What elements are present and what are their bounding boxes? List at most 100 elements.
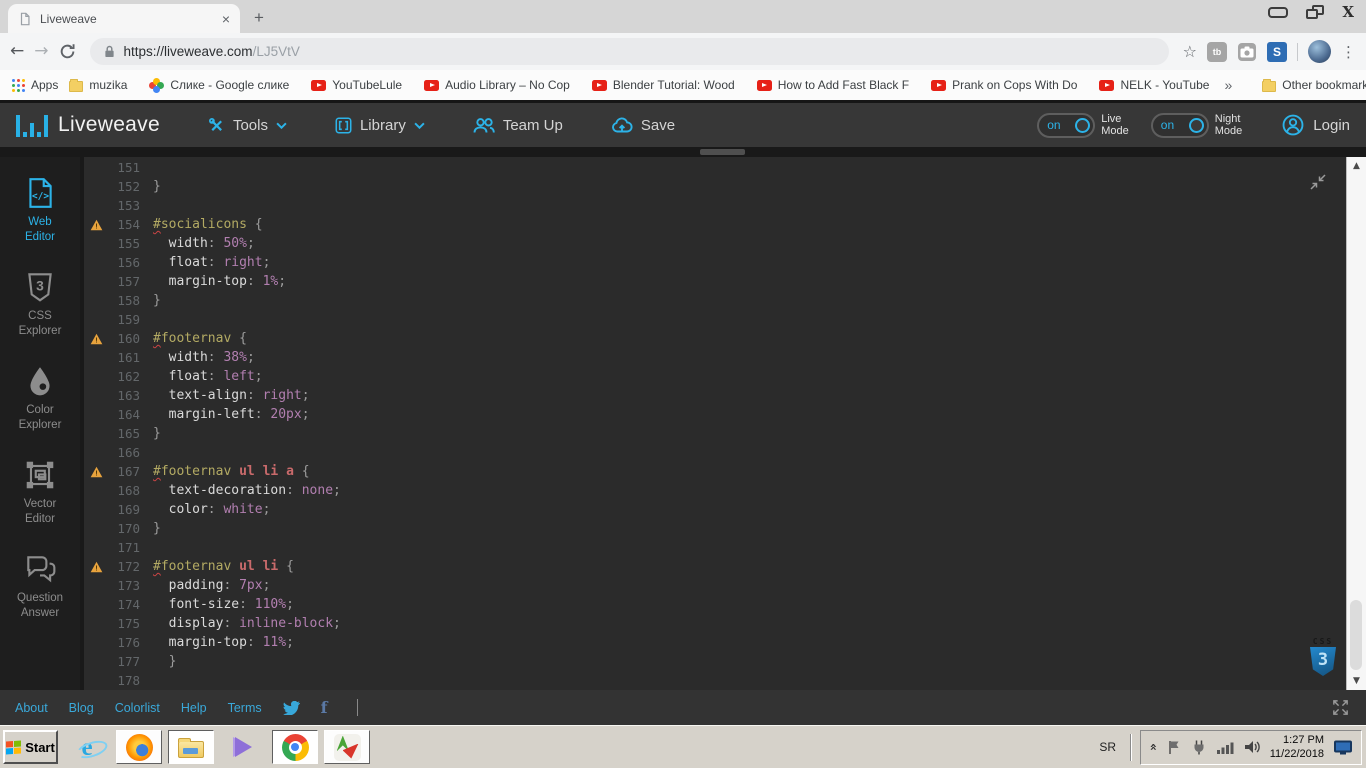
apps-shortcut[interactable]: Apps	[12, 78, 58, 92]
display-monitor-icon[interactable]	[1333, 739, 1353, 756]
code-line[interactable]: 174 font-size: 110%;	[84, 595, 1346, 614]
code-line[interactable]: 158}	[84, 291, 1346, 310]
code-line[interactable]: ! 160 #footernav {	[84, 329, 1346, 348]
language-indicator[interactable]: SR	[1093, 740, 1122, 754]
bookmark-item[interactable]: YouTubeLule	[311, 78, 402, 92]
code-line[interactable]: ! 167 #footernav ul li a {	[84, 462, 1346, 481]
scrollbar-track[interactable]	[1347, 175, 1366, 672]
menu-item-tools[interactable]: Tools	[208, 117, 287, 134]
toggle-knob[interactable]	[1075, 117, 1091, 133]
sidebar-item-web-editor[interactable]: </> Web Editor	[0, 165, 80, 259]
css-code-editor[interactable]: 151 152} 153! 154 #socialicons {155 width: 5…	[80, 157, 1346, 690]
code-line[interactable]: 168 text-decoration: none;	[84, 481, 1346, 500]
taskbar-file-explorer[interactable]	[168, 730, 214, 764]
sidebar-item-question-answer[interactable]: Question Answer	[0, 541, 80, 635]
bookmark-item[interactable]: Audio Library – No Cop	[424, 78, 570, 92]
code-line[interactable]: 152}	[84, 177, 1346, 196]
code-line[interactable]: 151	[84, 158, 1346, 177]
network-signal-icon[interactable]	[1216, 740, 1234, 755]
code-line[interactable]: ! 172 #footernav ul li {	[84, 557, 1346, 576]
code-line[interactable]: 177 }	[84, 652, 1346, 671]
taskbar-clock[interactable]: 1:27 PM 11/22/2018	[1270, 733, 1324, 761]
sidebar-item-color-explorer[interactable]: Color Explorer	[0, 353, 80, 447]
forward-button[interactable]: →	[34, 43, 48, 60]
collapse-pane-icon[interactable]	[1308, 172, 1328, 192]
code-line[interactable]: 162 float: left;	[84, 367, 1346, 386]
code-line[interactable]: 157 margin-top: 1%;	[84, 272, 1346, 291]
footer-link-blog[interactable]: Blog	[69, 701, 94, 715]
sidebar-item-vector-editor[interactable]: Vector Editor	[0, 447, 80, 541]
profile-avatar[interactable]	[1308, 40, 1331, 63]
bookmark-item[interactable]: Prank on Cops With Do	[931, 78, 1077, 92]
facebook-icon[interactable]: f	[321, 699, 328, 716]
taskbar-chrome[interactable]	[272, 730, 318, 764]
code-line[interactable]: 170}	[84, 519, 1346, 538]
new-tab-button[interactable]: +	[254, 9, 264, 26]
scroll-down-arrow[interactable]: ▼	[1353, 672, 1360, 690]
code-line[interactable]: 176 margin-top: 11%;	[84, 633, 1346, 652]
bookmarks-overflow-chevron[interactable]: »	[1224, 77, 1232, 93]
code-line[interactable]: 171	[84, 538, 1346, 557]
code-line[interactable]: 164 margin-left: 20px;	[84, 405, 1346, 424]
splitter-drag-handle[interactable]	[700, 149, 745, 155]
bookmark-item[interactable]: How to Add Fast Black F	[756, 78, 909, 92]
live-mode-toggle[interactable]: on Live Mode	[1037, 112, 1129, 138]
tab-close-icon[interactable]: ×	[222, 12, 230, 26]
sidebar-item-css-explorer[interactable]: 3 CSS Explorer	[0, 259, 80, 353]
action-center-flag-icon[interactable]	[1166, 739, 1182, 755]
power-plug-icon[interactable]	[1191, 739, 1207, 755]
liveweave-logo-icon[interactable]	[16, 113, 48, 137]
footer-link-help[interactable]: Help	[181, 701, 207, 715]
code-line[interactable]: 155 width: 50%;	[84, 234, 1346, 253]
address-bar[interactable]: https://liveweave.com/LJ5VtV	[89, 38, 1169, 65]
speaker-volume-icon[interactable]	[1243, 739, 1261, 755]
code-line[interactable]: 166	[84, 443, 1346, 462]
code-line[interactable]: ! 154 #socialicons {	[84, 215, 1346, 234]
expand-fullscreen-icon[interactable]	[1331, 698, 1350, 717]
window-restore-button[interactable]	[1306, 5, 1325, 19]
taskbar-download-manager[interactable]	[324, 730, 370, 764]
taskbar-media-player[interactable]	[220, 730, 266, 764]
back-button[interactable]: ←	[10, 43, 24, 60]
code-line[interactable]: 169 color: white;	[84, 500, 1346, 519]
scrollbar-thumb[interactable]	[1350, 600, 1362, 670]
menu-item-library[interactable]: Library	[335, 117, 425, 134]
window-close-button[interactable]: X	[1342, 4, 1354, 20]
extension-tb-icon[interactable]: tb	[1207, 41, 1227, 62]
pane-splitter[interactable]	[0, 147, 1366, 157]
other-bookmarks-folder[interactable]: Other bookmarks	[1262, 78, 1366, 92]
brand-name[interactable]: Liveweave	[58, 113, 160, 137]
bookmark-star-icon[interactable]: ☆	[1183, 42, 1197, 61]
scroll-up-arrow[interactable]: ▲	[1353, 157, 1360, 175]
browser-tab[interactable]: Liveweave ×	[8, 4, 240, 33]
footer-link-colorlist[interactable]: Colorlist	[115, 701, 160, 715]
code-line[interactable]: 161 width: 38%;	[84, 348, 1346, 367]
code-line[interactable]: 173 padding: 7px;	[84, 576, 1346, 595]
browser-menu-icon[interactable]: ⋮	[1341, 43, 1356, 61]
window-minimize-button[interactable]	[1268, 6, 1289, 18]
tray-expand-chevron[interactable]: »	[1146, 743, 1160, 751]
login-button[interactable]: Login	[1282, 114, 1350, 136]
menu-item-save[interactable]: Save	[611, 117, 675, 134]
code-line[interactable]: 165}	[84, 424, 1346, 443]
bookmark-item[interactable]: muzika	[69, 78, 127, 92]
menu-item-teamup[interactable]: Team Up	[473, 117, 563, 134]
twitter-icon[interactable]	[282, 700, 300, 715]
code-line[interactable]: 163 text-align: right;	[84, 386, 1346, 405]
bookmark-item[interactable]: Слике - Google слике	[149, 77, 289, 93]
bookmark-item[interactable]: Blender Tutorial: Wood	[591, 78, 735, 92]
taskbar-internet-explorer[interactable]: e	[64, 730, 110, 764]
extension-s-icon[interactable]: S	[1267, 41, 1287, 62]
code-line[interactable]: 159	[84, 310, 1346, 329]
night-mode-toggle[interactable]: on Night Mode	[1150, 112, 1242, 138]
reload-button[interactable]	[59, 43, 76, 60]
code-line[interactable]: 178	[84, 671, 1346, 690]
taskbar-firefox[interactable]	[116, 730, 162, 764]
footer-link-terms[interactable]: Terms	[228, 701, 262, 715]
toggle-knob[interactable]	[1188, 117, 1204, 133]
footer-link-about[interactable]: About	[15, 701, 48, 715]
editor-scrollbar[interactable]: ▲ ▼	[1346, 157, 1366, 690]
code-line[interactable]: 156 float: right;	[84, 253, 1346, 272]
code-line[interactable]: 153	[84, 196, 1346, 215]
bookmark-item[interactable]: NELK - YouTube	[1099, 78, 1209, 92]
